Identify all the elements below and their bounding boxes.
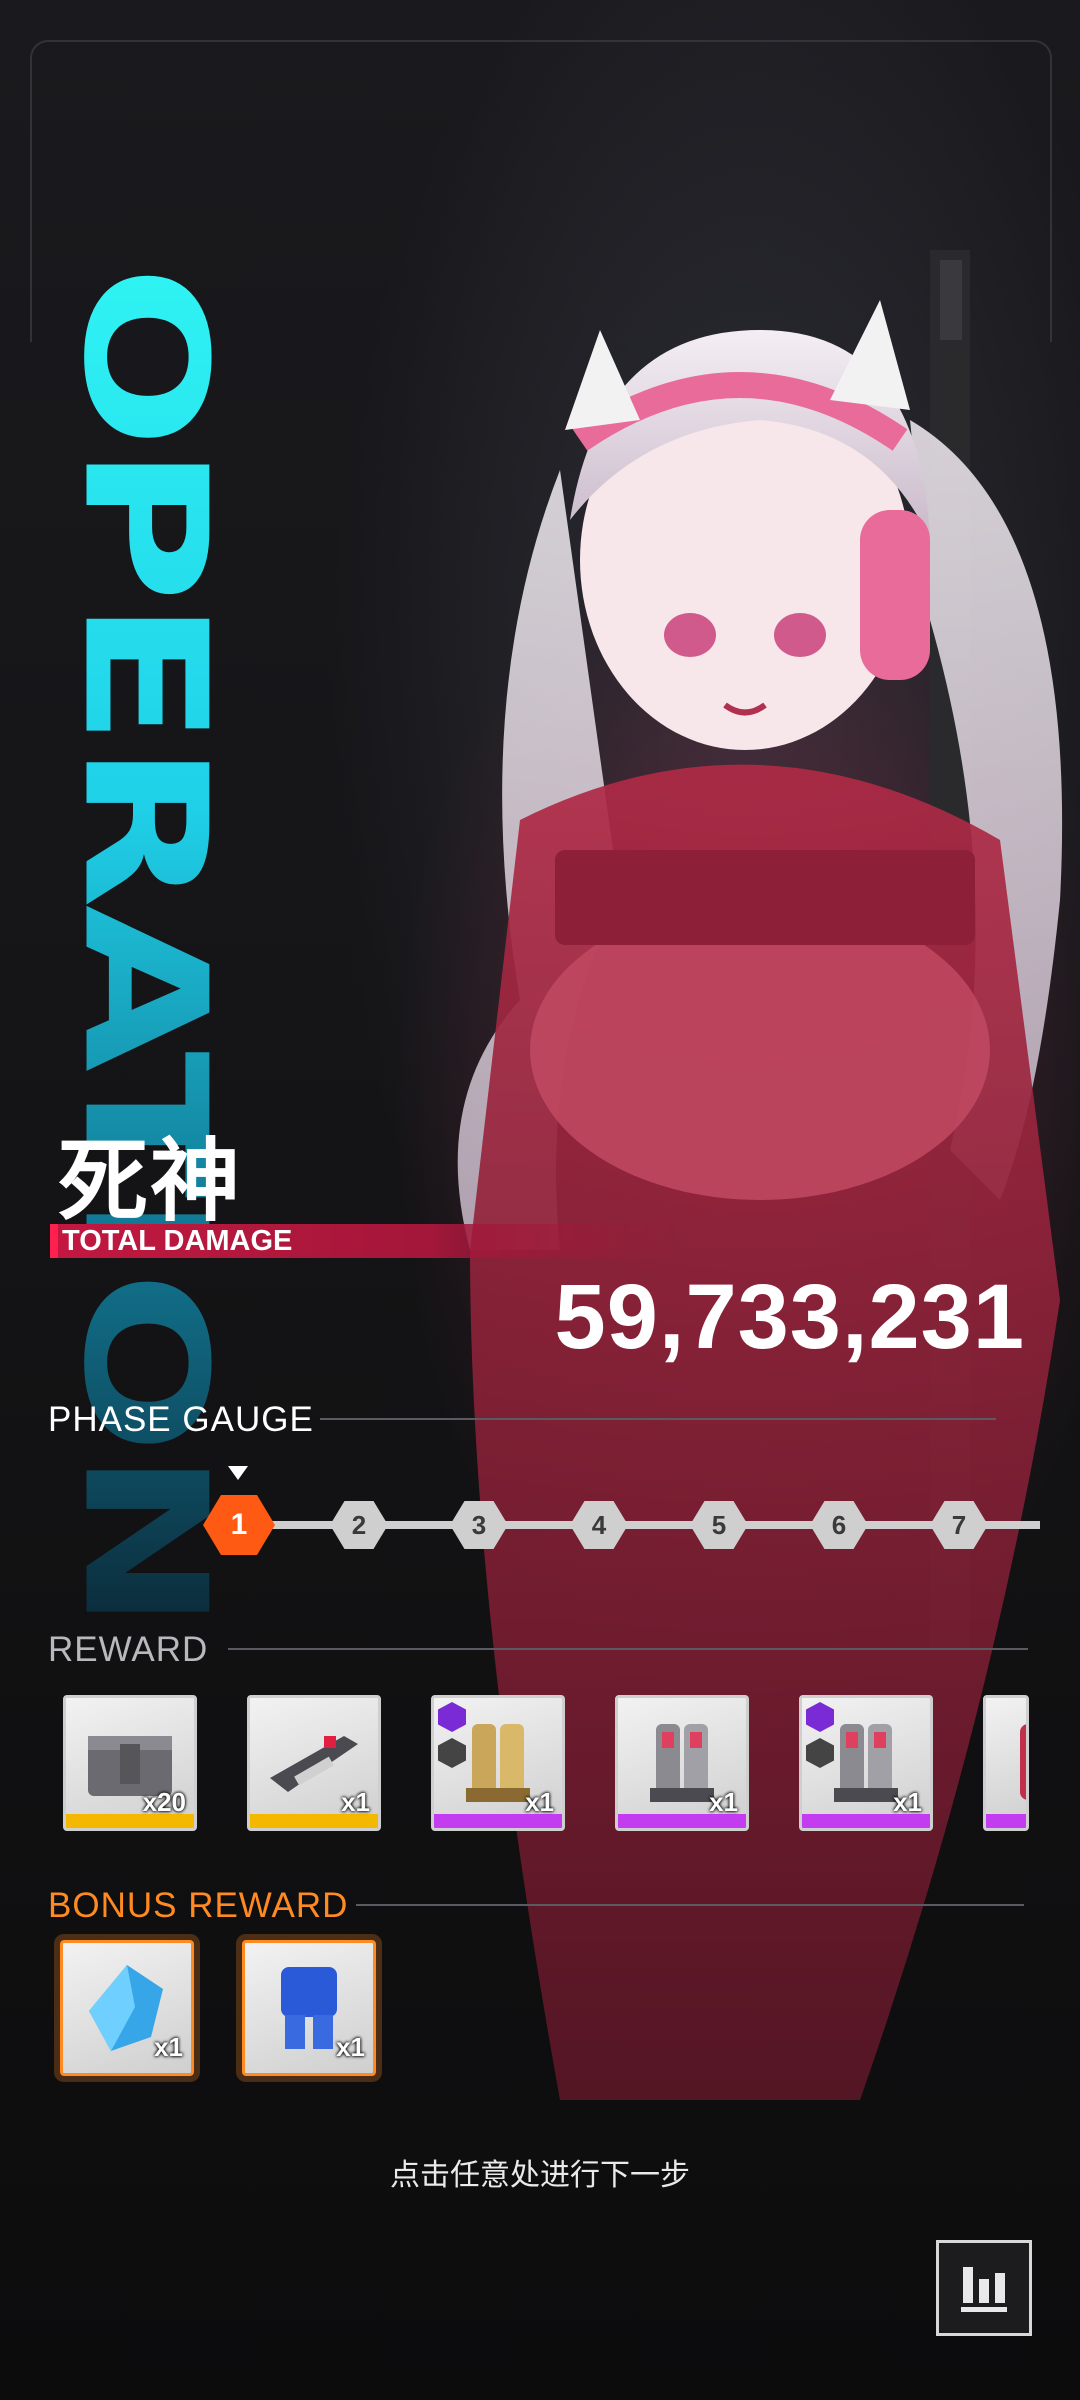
reward-item[interactable]: x1 [431,1695,565,1831]
reward-title: REWARD [48,1630,209,1669]
bonus-reward-divider [356,1904,1024,1906]
phase-gauge-divider [320,1418,996,1420]
boss-name: 死神 [58,1132,242,1232]
item-quantity: x1 [709,1787,738,1817]
reward-item[interactable] [983,1695,1029,1831]
reward-item[interactable]: x1 [615,1695,749,1831]
item-quantity: x1 [525,1787,554,1817]
damage-label: TOTAL DAMAGE [62,1225,293,1257]
phase-gauge-title: PHASE GAUGE [48,1400,314,1439]
damage-value: 59,733,231 [554,1266,1025,1368]
item-quantity: x20 [142,1787,186,1817]
reward-item[interactable]: x1 [247,1695,381,1831]
bonus-reward-item[interactable]: x1 [242,1940,376,2076]
bar-chart-icon [961,2267,1007,2312]
rarity-stripe [986,1814,1026,1828]
continue-hint[interactable]: 点击任意处进行下一步 [0,2150,1080,2194]
reward-divider [228,1648,1028,1650]
bonus-reward-title: BONUS REWARD [48,1886,349,1925]
reward-item[interactable]: x1 [799,1695,933,1831]
item-quantity: x1 [893,1787,922,1817]
reward-item[interactable]: x20 [63,1695,197,1831]
item-quantity: x1 [336,2032,365,2062]
item-quantity: x1 [341,1787,370,1817]
phase-pointer-icon [228,1466,248,1480]
item-quantity: x1 [154,2032,183,2062]
stats-button[interactable] [936,2240,1032,2336]
bonus-reward-item[interactable]: x1 [60,1940,194,2076]
